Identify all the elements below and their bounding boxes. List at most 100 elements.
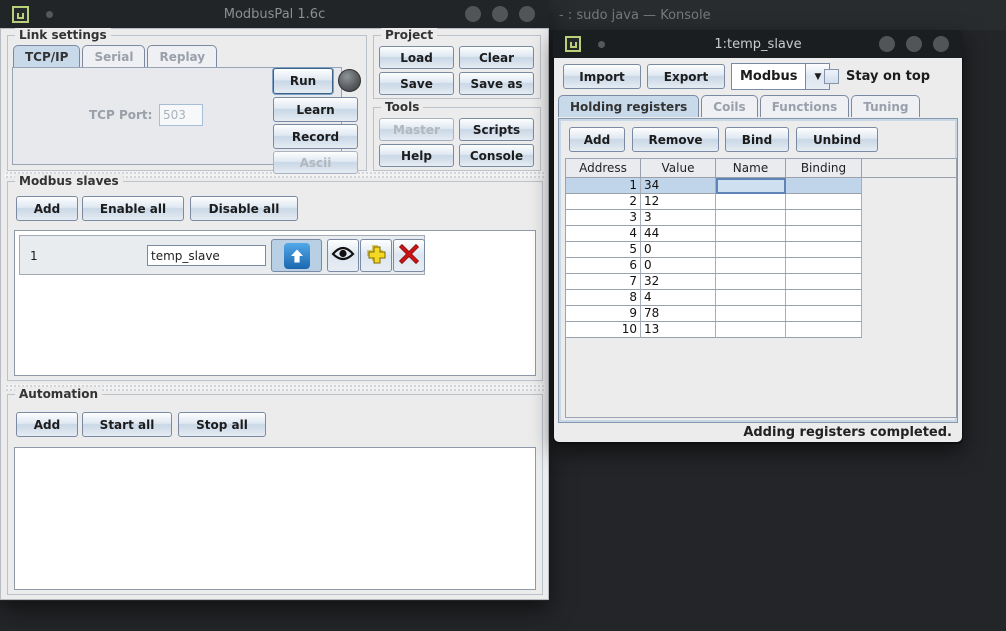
register-bind-button[interactable]: Bind: [725, 127, 789, 152]
tab-replay[interactable]: Replay: [147, 45, 217, 67]
export-button[interactable]: Export: [647, 64, 725, 89]
column-header-name[interactable]: Name: [716, 159, 786, 178]
master-button[interactable]: Master: [379, 118, 454, 141]
save-button[interactable]: Save: [379, 72, 454, 95]
binding-cell[interactable]: [786, 194, 862, 210]
binding-cell[interactable]: [786, 242, 862, 258]
tab-functions[interactable]: Functions: [760, 95, 850, 117]
binding-cell[interactable]: [786, 178, 862, 194]
name-cell[interactable]: [716, 306, 786, 322]
binding-cell[interactable]: [786, 322, 862, 338]
name-cell[interactable]: [716, 210, 786, 226]
minimize-button[interactable]: [879, 36, 895, 52]
minimize-button[interactable]: [465, 6, 481, 22]
console-button[interactable]: Console: [459, 144, 534, 167]
help-button[interactable]: Help: [379, 144, 454, 167]
konsole-titlebar[interactable]: - : sudo java — Konsole: [545, 0, 1006, 30]
table-row[interactable]: 6 0: [566, 258, 956, 274]
column-header-address[interactable]: Address: [566, 159, 641, 178]
value-cell[interactable]: 0: [641, 242, 716, 258]
maximize-button[interactable]: [492, 6, 508, 22]
column-header-binding[interactable]: Binding: [786, 159, 862, 178]
table-row[interactable]: 1 34: [566, 178, 956, 194]
slave-window-titlebar[interactable]: 1:temp_slave: [553, 30, 963, 58]
address-cell[interactable]: 8: [566, 290, 641, 306]
name-cell[interactable]: [716, 226, 786, 242]
binding-cell[interactable]: [786, 258, 862, 274]
slave-delete-button[interactable]: [393, 239, 425, 272]
table-row[interactable]: 8 4: [566, 290, 956, 306]
binding-cell[interactable]: [786, 210, 862, 226]
tab-tcpip[interactable]: TCP/IP: [13, 45, 80, 67]
slave-name-input[interactable]: [147, 245, 266, 266]
learn-button[interactable]: Learn: [273, 97, 358, 122]
binding-cell[interactable]: [786, 274, 862, 290]
mode-combobox[interactable]: Modbus ▼: [731, 63, 830, 90]
record-button[interactable]: Record: [273, 124, 358, 149]
stay-on-top-checkbox[interactable]: [824, 69, 839, 84]
binding-cell[interactable]: [786, 226, 862, 242]
table-row[interactable]: 9 78: [566, 306, 956, 322]
register-add-button[interactable]: Add: [569, 127, 625, 152]
register-unbind-button[interactable]: Unbind: [796, 127, 878, 152]
name-cell[interactable]: [716, 242, 786, 258]
disable-all-button[interactable]: Disable all: [190, 196, 298, 221]
register-remove-button[interactable]: Remove: [632, 127, 719, 152]
address-cell[interactable]: 4: [566, 226, 641, 242]
value-cell[interactable]: 3: [641, 210, 716, 226]
start-all-button[interactable]: Start all: [82, 412, 172, 437]
tab-coils[interactable]: Coils: [701, 95, 757, 117]
main-window-titlebar[interactable]: ModbusPal 1.6c: [0, 0, 549, 28]
value-cell[interactable]: 13: [641, 322, 716, 338]
name-cell[interactable]: [716, 290, 786, 306]
address-cell[interactable]: 6: [566, 258, 641, 274]
address-cell[interactable]: 3: [566, 210, 641, 226]
column-header-value[interactable]: Value: [641, 159, 716, 178]
enable-all-button[interactable]: Enable all: [82, 196, 184, 221]
name-cell[interactable]: [716, 258, 786, 274]
value-cell[interactable]: 0: [641, 258, 716, 274]
slave-add-button[interactable]: Add: [16, 196, 78, 221]
address-cell[interactable]: 10: [566, 322, 641, 338]
tab-tuning[interactable]: Tuning: [851, 95, 920, 117]
binding-cell[interactable]: [786, 290, 862, 306]
automation-add-button[interactable]: Add: [16, 412, 78, 437]
binding-cell[interactable]: [786, 306, 862, 322]
address-cell[interactable]: 5: [566, 242, 641, 258]
name-cell[interactable]: [716, 178, 786, 194]
close-button[interactable]: [519, 6, 535, 22]
value-cell[interactable]: 32: [641, 274, 716, 290]
name-cell[interactable]: [716, 274, 786, 290]
slave-view-button[interactable]: [327, 239, 359, 272]
import-button[interactable]: Import: [563, 64, 641, 89]
tab-holding-registers[interactable]: Holding registers: [558, 95, 699, 117]
clear-button[interactable]: Clear: [459, 46, 534, 69]
ascii-button[interactable]: Ascii: [273, 151, 358, 174]
value-cell[interactable]: 78: [641, 306, 716, 322]
slave-enabled-toggle[interactable]: [271, 239, 322, 272]
stop-all-button[interactable]: Stop all: [178, 412, 266, 437]
table-row[interactable]: 4 44: [566, 226, 956, 242]
load-button[interactable]: Load: [379, 46, 454, 69]
address-cell[interactable]: 1: [566, 178, 641, 194]
table-row[interactable]: 5 0: [566, 242, 956, 258]
value-cell[interactable]: 34: [641, 178, 716, 194]
name-cell[interactable]: [716, 322, 786, 338]
value-cell[interactable]: 12: [641, 194, 716, 210]
address-cell[interactable]: 7: [566, 274, 641, 290]
value-cell[interactable]: 4: [641, 290, 716, 306]
name-cell[interactable]: [716, 194, 786, 210]
value-cell[interactable]: 44: [641, 226, 716, 242]
scripts-button[interactable]: Scripts: [459, 118, 534, 141]
tab-serial[interactable]: Serial: [82, 45, 145, 67]
table-row[interactable]: 3 3: [566, 210, 956, 226]
slave-duplicate-button[interactable]: [360, 239, 392, 272]
address-cell[interactable]: 2: [566, 194, 641, 210]
table-row[interactable]: 10 13: [566, 322, 956, 338]
close-button[interactable]: [933, 36, 949, 52]
tcp-port-input[interactable]: [159, 104, 203, 126]
slave-row[interactable]: 1: [19, 235, 425, 275]
table-row[interactable]: 2 12: [566, 194, 956, 210]
address-cell[interactable]: 9: [566, 306, 641, 322]
table-row[interactable]: 7 32: [566, 274, 956, 290]
